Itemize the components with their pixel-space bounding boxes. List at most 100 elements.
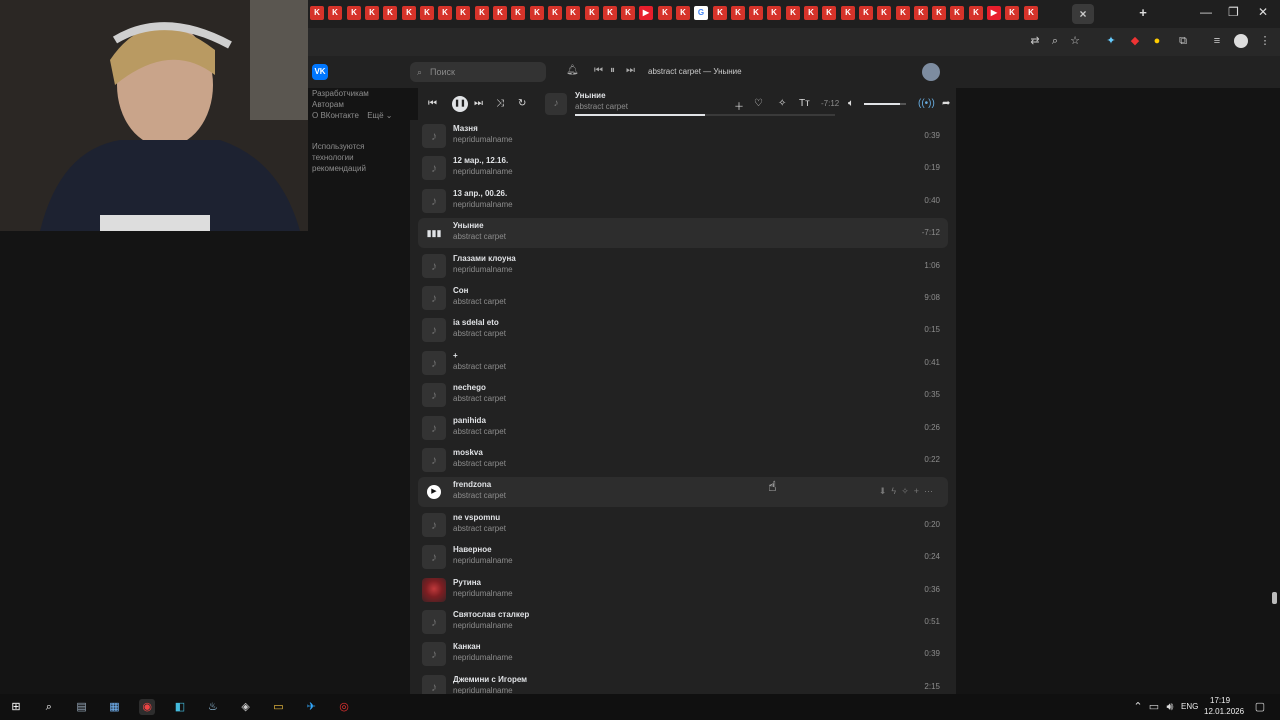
vk-tab-icon[interactable]: K: [603, 6, 617, 20]
track-row[interactable]: ♪ Мазня nepridumalname 0:39: [418, 121, 948, 151]
track-title[interactable]: Канкан: [453, 642, 481, 651]
notifications-bell-icon[interactable]: 🔔︎: [566, 65, 579, 76]
vk-tab-icon[interactable]: K: [511, 6, 525, 20]
vk-tab-icon[interactable]: K: [566, 6, 580, 20]
nav-item-developers[interactable]: Разработчикам: [312, 88, 408, 99]
track-row[interactable]: ▮▮▮ Уныние abstract carpet -7:12: [418, 218, 948, 249]
track-title[interactable]: Мазня: [453, 124, 478, 133]
track-title[interactable]: Джемини с Игорем: [453, 675, 527, 684]
previous-icon[interactable]: ⏮︎: [428, 98, 437, 109]
broadcast-icon[interactable]: ((•)): [918, 98, 935, 109]
header-now-playing[interactable]: abstract carpet — Уныние: [648, 67, 742, 76]
app-icon[interactable]: ◧: [172, 699, 188, 715]
track-title[interactable]: moskva: [453, 448, 483, 457]
extension-icon-3[interactable]: ●: [1150, 34, 1164, 48]
track-artist[interactable]: nepridumalname: [453, 135, 513, 144]
add-icon[interactable]: ＋: [734, 98, 744, 113]
vk-tab-icon[interactable]: K: [383, 6, 397, 20]
track-row[interactable]: ♪ Святослав сталкер nepridumalname 0:51: [418, 607, 948, 637]
vk-tab-icon[interactable]: K: [713, 6, 727, 20]
sparkle-icon[interactable]: ✧: [901, 486, 914, 496]
nav-item-about[interactable]: О ВКонтакте: [312, 111, 359, 120]
vk-tab-icon[interactable]: K: [841, 6, 855, 20]
windows-start-icon[interactable]: ⊞: [8, 699, 24, 715]
track-row[interactable]: ♪ Глазами клоуна nepridumalname 1:06: [418, 251, 948, 281]
search-icon[interactable]: ⌕: [41, 699, 57, 715]
track-title[interactable]: +: [453, 351, 458, 360]
vk-tab-icon[interactable]: K: [420, 6, 434, 20]
track-artist[interactable]: nepridumalname: [453, 265, 513, 274]
header-next-icon[interactable]: ⏭︎: [626, 65, 635, 76]
track-title[interactable]: Уныние: [453, 221, 484, 230]
track-title[interactable]: nechego: [453, 383, 486, 392]
page-scrollbar[interactable]: [1272, 592, 1277, 604]
music-note-icon[interactable]: ♪: [422, 674, 446, 694]
minimize-button[interactable]: —: [1200, 5, 1212, 19]
vk-logo[interactable]: VK: [312, 64, 328, 80]
track-artist[interactable]: abstract carpet: [453, 427, 506, 436]
vk-tab-icon[interactable]: K: [328, 6, 342, 20]
vk-tab-icon[interactable]: K: [804, 6, 818, 20]
telegram-icon[interactable]: ✈: [303, 699, 319, 715]
track-title[interactable]: Сон: [453, 286, 469, 295]
track-row[interactable]: ♪ ne vspomnu abstract carpet 0:20: [418, 510, 948, 540]
steam-icon[interactable]: ♨: [205, 699, 221, 715]
track-row[interactable]: ♪ nechego abstract carpet 0:35: [418, 380, 948, 410]
music-note-icon[interactable]: ♪: [422, 512, 446, 537]
vk-tab-icon[interactable]: K: [530, 6, 544, 20]
maximize-button[interactable]: ❐: [1228, 5, 1239, 19]
vk-tab-icon[interactable]: K: [822, 6, 836, 20]
music-note-icon[interactable]: ♪: [422, 124, 446, 148]
header-pause-icon[interactable]: ⏸︎: [610, 65, 615, 76]
track-artist[interactable]: nepridumalname: [453, 200, 513, 209]
vk-tab-icon[interactable]: K: [731, 6, 745, 20]
tray-volume-icon[interactable]: 🔊︎: [1162, 699, 1178, 715]
vk-tab-icon[interactable]: K: [932, 6, 946, 20]
nav-item-more[interactable]: Ещё ⌄: [367, 111, 392, 120]
zoom-icon[interactable]: ⌕: [1048, 34, 1062, 48]
clock-date[interactable]: 12.01.2026: [1204, 707, 1244, 716]
youtube-tab-icon[interactable]: ▶: [987, 6, 1001, 20]
vk-tab-icon[interactable]: K: [402, 6, 416, 20]
track-row[interactable]: ♪ Канкан nepridumalname 0:39: [418, 639, 948, 669]
music-note-icon[interactable]: ♪: [422, 286, 446, 310]
vk-tab-icon[interactable]: K: [950, 6, 964, 20]
music-note-icon[interactable]: ♪: [422, 415, 446, 440]
menu-lines-icon[interactable]: ≡: [1210, 34, 1224, 48]
track-title[interactable]: 12 мар., 12.16.: [453, 156, 508, 165]
lyrics-icon[interactable]: Tт: [799, 98, 810, 109]
track-actions[interactable]: ⬇ϟ✧+⋯: [879, 486, 938, 497]
clock-time[interactable]: 17:19: [1210, 696, 1230, 705]
chrome-icon[interactable]: ◉: [139, 699, 156, 715]
track-row[interactable]: ♪ ia sdelal eto abstract carpet 0:15: [418, 315, 948, 345]
track-title[interactable]: ia sdelal eto: [453, 318, 499, 327]
music-note-icon[interactable]: ♪: [422, 383, 446, 408]
vk-tab-icon[interactable]: K: [676, 6, 690, 20]
youtube-tab-icon[interactable]: ▶: [639, 6, 653, 20]
track-artist[interactable]: abstract carpet: [453, 362, 506, 371]
track-play-button[interactable]: ▶: [422, 480, 446, 504]
more-icon[interactable]: ⋯: [924, 486, 938, 496]
obs-icon[interactable]: ◎: [336, 699, 352, 715]
volume-icon[interactable]: 🔈︎: [848, 98, 854, 109]
track-row[interactable]: ♪ Наверное nepridumalname 0:24: [418, 542, 948, 572]
user-avatar[interactable]: [922, 63, 940, 81]
track-artist[interactable]: nepridumalname: [453, 167, 513, 176]
header-previous-icon[interactable]: ⏮︎: [594, 65, 603, 76]
track-artist[interactable]: abstract carpet: [453, 297, 506, 306]
network-icon[interactable]: ▭: [1146, 699, 1162, 715]
track-cover-image[interactable]: [422, 577, 446, 602]
vk-tab-icon[interactable]: K: [493, 6, 507, 20]
vk-tab-icon[interactable]: K: [1005, 6, 1019, 20]
track-artist[interactable]: nepridumalname: [453, 686, 513, 694]
vk-tab-icon[interactable]: K: [767, 6, 781, 20]
track-artist[interactable]: abstract carpet: [453, 524, 506, 533]
vk-tab-icon[interactable]: K: [786, 6, 800, 20]
track-artist[interactable]: abstract carpet: [453, 459, 506, 468]
track-title[interactable]: ne vspomnu: [453, 513, 500, 522]
vk-tab-icon[interactable]: K: [859, 6, 873, 20]
track-title[interactable]: Рутина: [453, 578, 481, 587]
search-input[interactable]: ⌕ Поиск: [410, 62, 546, 82]
nav-item-authors[interactable]: Авторам: [312, 99, 408, 110]
notifications-icon[interactable]: ▢: [1252, 699, 1268, 715]
